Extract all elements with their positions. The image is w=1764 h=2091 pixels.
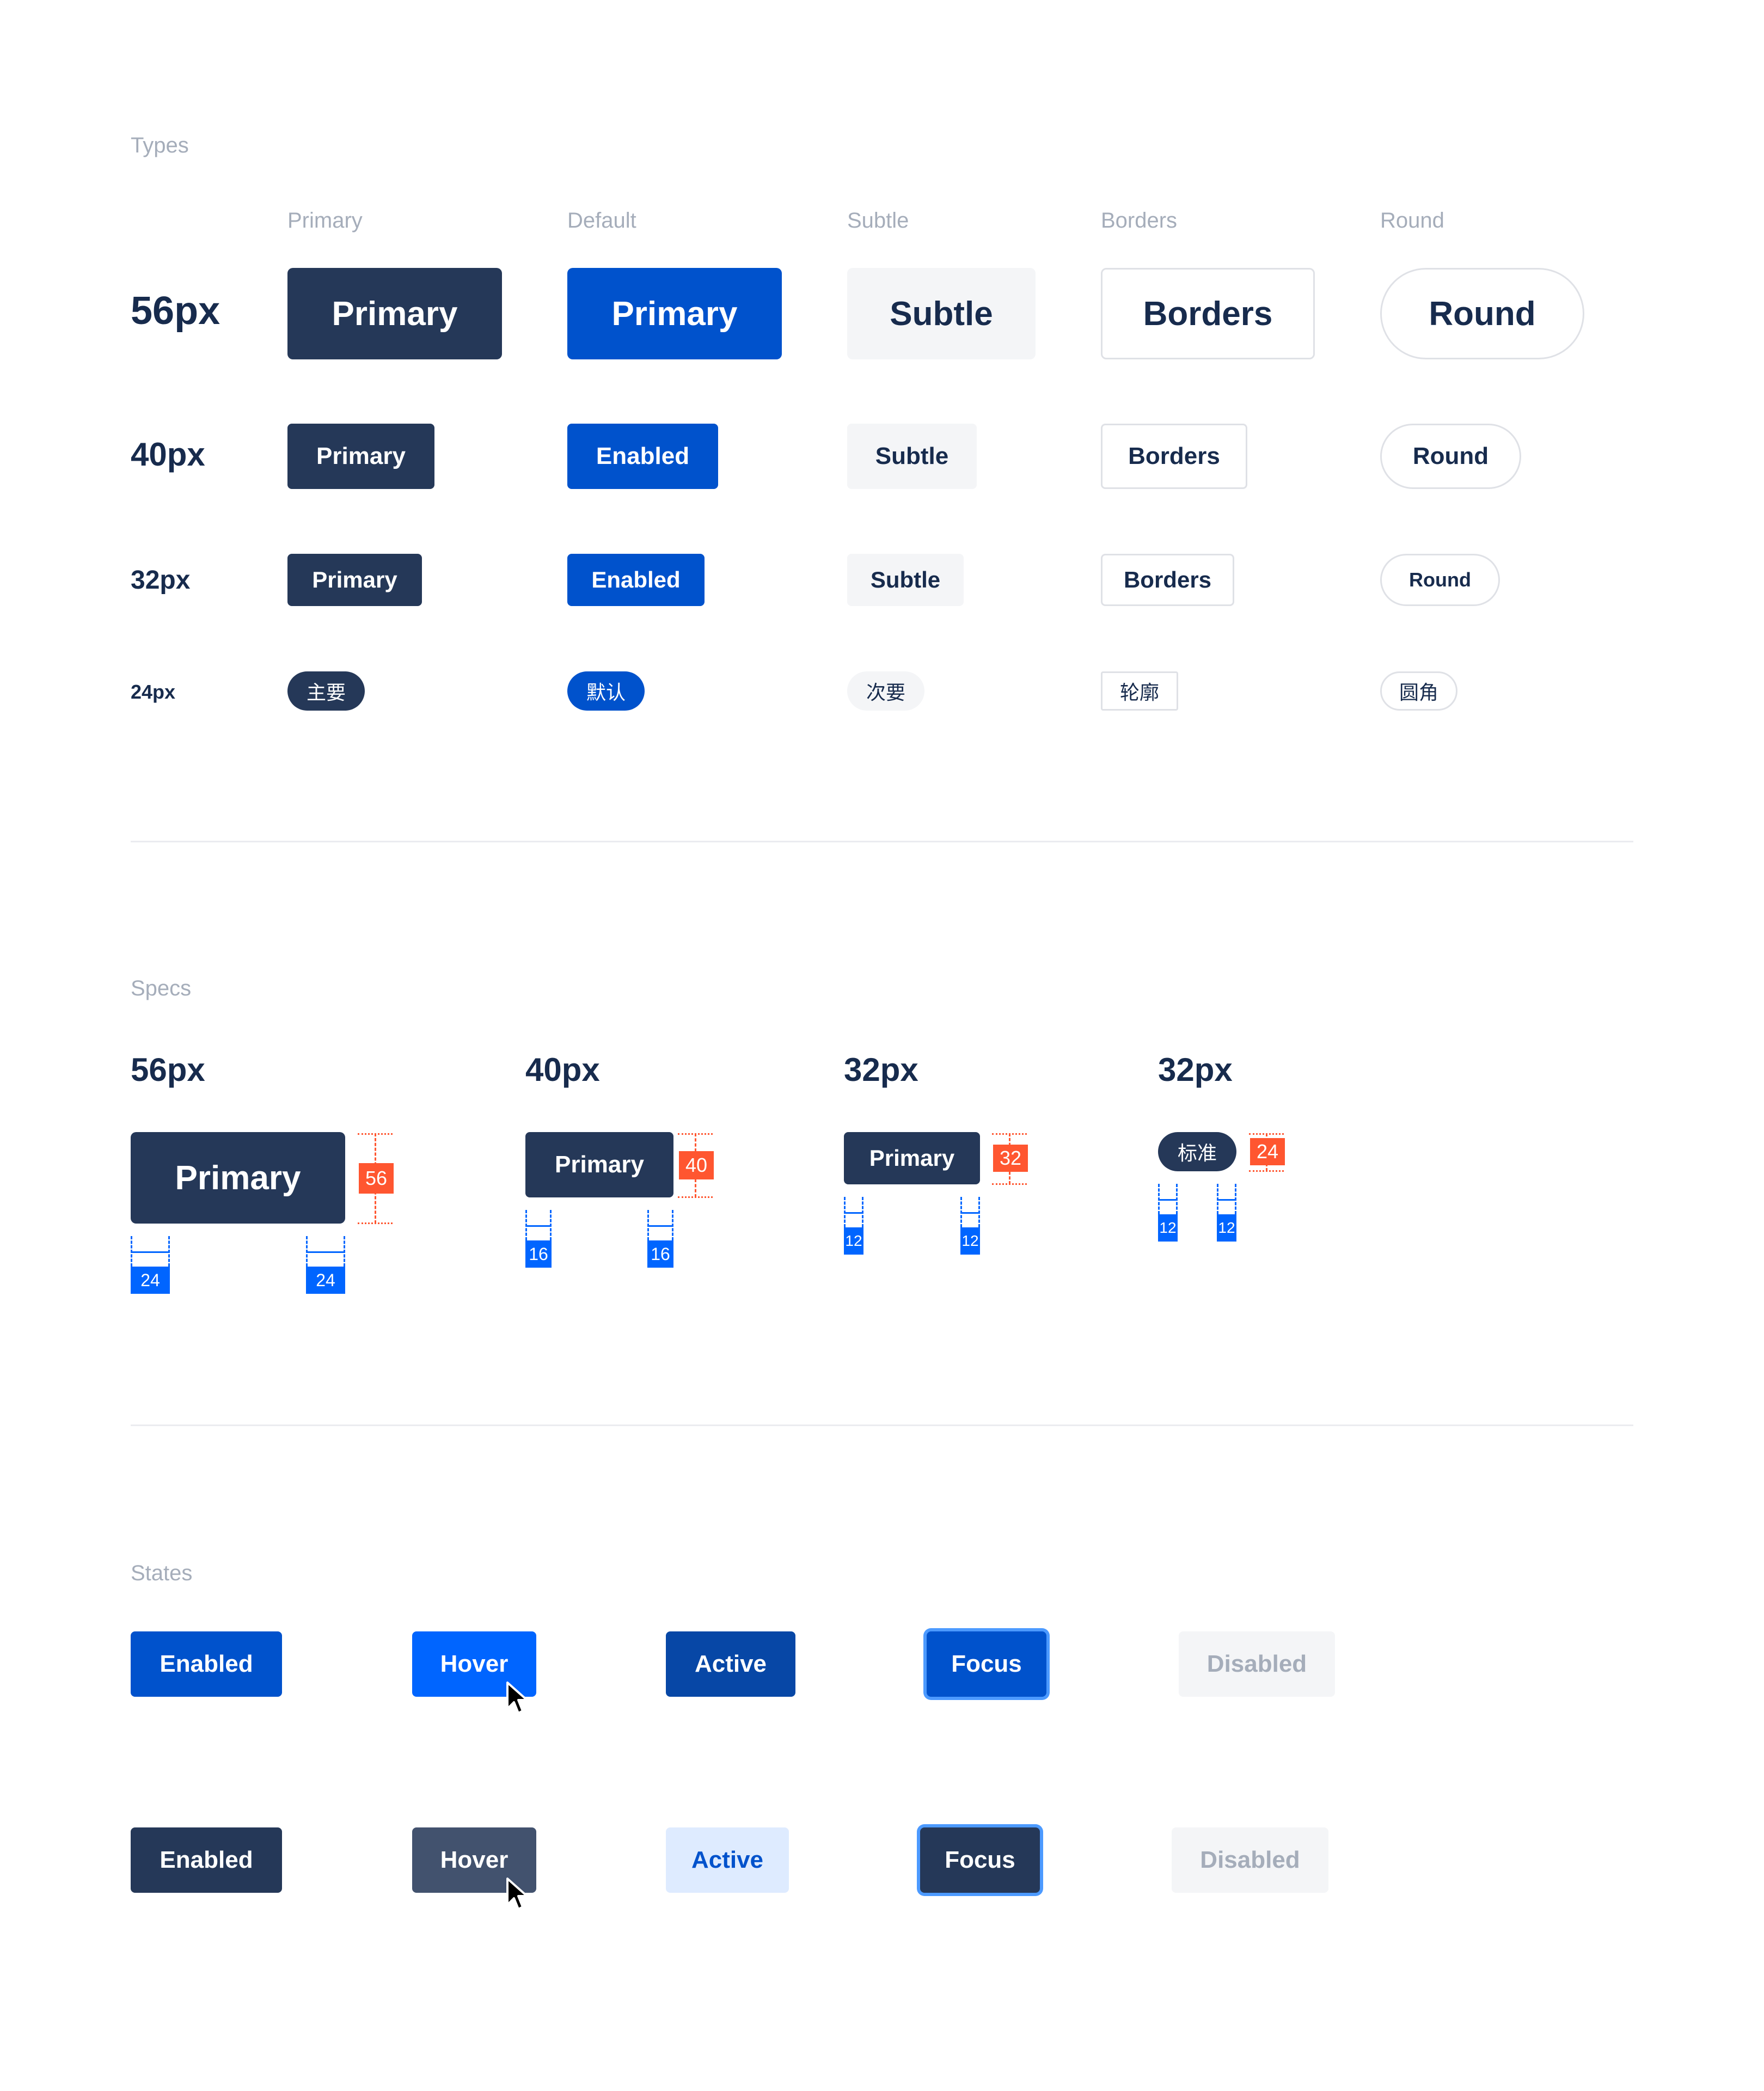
primary-button-40[interactable]: Primary (287, 424, 434, 489)
section-title-types: Types (131, 133, 189, 157)
section-title-specs: Specs (131, 976, 192, 1000)
round-button-56[interactable]: Round (1380, 268, 1584, 359)
row-label-56px: 56px (131, 289, 220, 333)
spec-height-marker-40: 40 (679, 1151, 714, 1179)
spec-padding-marker-left-32: 12 (844, 1227, 863, 1255)
borders-button-40[interactable]: Borders (1101, 424, 1247, 489)
spec-padding-marker-left-40: 16 (525, 1240, 552, 1268)
section-divider-1 (131, 841, 1633, 842)
column-header-default: Default (567, 209, 636, 233)
spec-height-marker-56: 56 (359, 1163, 394, 1194)
state-enabled-dark[interactable]: Enabled (131, 1827, 282, 1893)
state-disabled-dark: Disabled (1172, 1827, 1328, 1893)
mouse-cursor-icon (506, 1682, 528, 1714)
spec-heading-56px: 56px (131, 1051, 205, 1088)
spec-height-marker-32: 32 (993, 1145, 1028, 1172)
spec-padding-bracket (525, 1210, 552, 1240)
state-active-dark[interactable]: Active (666, 1827, 789, 1893)
spec-padding-bracket (1158, 1184, 1178, 1214)
spec-primary-button-32[interactable]: Primary (844, 1132, 980, 1184)
column-header-borders: Borders (1101, 209, 1178, 233)
spec-padding-bracket (306, 1236, 345, 1267)
state-disabled-blue: Disabled (1179, 1631, 1335, 1697)
row-label-40px: 40px (131, 436, 205, 473)
round-tag-24[interactable]: 圆角 (1380, 671, 1457, 711)
round-button-32[interactable]: Round (1380, 554, 1500, 606)
state-focus-dark[interactable]: Focus (920, 1827, 1040, 1893)
spec-heading-40px: 40px (525, 1051, 600, 1088)
subtle-button-32[interactable]: Subtle (847, 554, 964, 606)
subtle-button-56[interactable]: Subtle (847, 268, 1036, 359)
spec-padding-marker-left-tag: 12 (1158, 1214, 1178, 1242)
borders-button-32[interactable]: Borders (1101, 554, 1234, 606)
default-tag-24[interactable]: 默认 (567, 671, 645, 711)
column-header-round: Round (1380, 209, 1444, 233)
spec-heading-tag: 32px (1158, 1051, 1233, 1088)
borders-button-56[interactable]: Borders (1101, 268, 1315, 359)
borders-tag-24[interactable]: 轮廓 (1101, 671, 1178, 711)
row-label-32px: 32px (131, 566, 191, 595)
spec-padding-bracket (844, 1197, 863, 1227)
spec-tag-button[interactable]: 标准 (1158, 1132, 1236, 1171)
state-enabled-blue[interactable]: Enabled (131, 1631, 282, 1697)
subtle-tag-24[interactable]: 次要 (847, 671, 924, 711)
column-header-subtle: Subtle (847, 209, 909, 233)
spec-padding-marker-left-56: 24 (131, 1267, 170, 1294)
spec-padding-bracket (1217, 1184, 1236, 1214)
column-header-primary: Primary (287, 209, 363, 233)
spec-padding-marker-right-32: 12 (960, 1227, 980, 1255)
spec-height-marker-24: 24 (1250, 1138, 1285, 1165)
round-button-40[interactable]: Round (1380, 424, 1521, 489)
spec-heading-32px: 32px (844, 1051, 918, 1088)
spec-primary-button-40[interactable]: Primary (525, 1132, 673, 1197)
row-label-24px: 24px (131, 681, 176, 703)
primary-tag-24[interactable]: 主要 (287, 671, 365, 711)
spec-padding-bracket (647, 1210, 673, 1240)
spec-padding-bracket (131, 1236, 170, 1267)
spec-padding-bracket (960, 1197, 980, 1227)
section-divider-2 (131, 1424, 1633, 1426)
state-active-blue[interactable]: Active (666, 1631, 795, 1697)
default-button-56[interactable]: Primary (567, 268, 782, 359)
section-title-states: States (131, 1561, 193, 1585)
default-button-32[interactable]: Enabled (567, 554, 705, 606)
spec-padding-marker-right-tag: 12 (1217, 1214, 1236, 1242)
primary-button-56[interactable]: Primary (287, 268, 502, 359)
spec-padding-marker-right-56: 24 (306, 1267, 345, 1294)
subtle-button-40[interactable]: Subtle (847, 424, 977, 489)
state-focus-blue[interactable]: Focus (927, 1631, 1046, 1697)
primary-button-32[interactable]: Primary (287, 554, 422, 606)
spec-primary-button-56[interactable]: Primary (131, 1132, 345, 1224)
mouse-cursor-icon (506, 1878, 528, 1910)
default-button-40[interactable]: Enabled (567, 424, 718, 489)
spec-padding-marker-right-40: 16 (647, 1240, 673, 1268)
